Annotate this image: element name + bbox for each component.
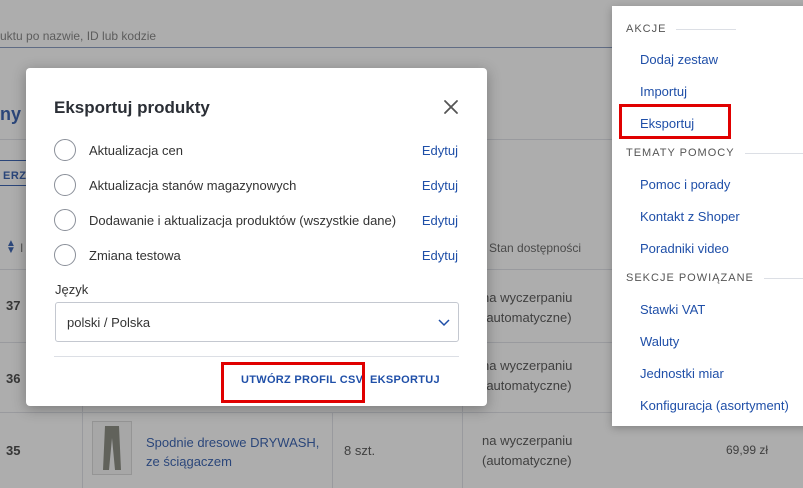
export-modal: Eksportuj produkty Aktualizacja cen Edyt… bbox=[26, 68, 487, 406]
language-label: Język bbox=[55, 282, 89, 297]
export-option-stock[interactable]: Aktualizacja stanów magazynowych Edytuj bbox=[54, 174, 460, 198]
option-label: Aktualizacja cen bbox=[89, 143, 183, 158]
edit-link[interactable]: Edytuj bbox=[422, 213, 458, 228]
radio-button[interactable] bbox=[54, 244, 76, 266]
export-option-test[interactable]: Zmiana testowa Edytuj bbox=[54, 244, 460, 268]
edit-link[interactable]: Edytuj bbox=[422, 178, 458, 193]
language-value: polski / Polska bbox=[67, 315, 151, 330]
option-label: Aktualizacja stanów magazynowych bbox=[89, 178, 297, 193]
export-button[interactable]: EKSPORTUJ bbox=[370, 374, 440, 386]
chevron-down-icon bbox=[438, 319, 450, 327]
highlight-box-export bbox=[619, 104, 731, 139]
action-import[interactable]: Importuj bbox=[640, 84, 687, 99]
help-contact[interactable]: Kontakt z Shoper bbox=[640, 209, 740, 224]
section-related-label: SEKCJE POWIĄZANE bbox=[626, 272, 803, 284]
option-label: Dodawanie i aktualizacja produktów (wszy… bbox=[89, 213, 397, 228]
actions-panel: AKCJE Dodaj zestaw Importuj Eksportuj TE… bbox=[612, 6, 803, 426]
section-help-label: TEMATY POMOCY bbox=[626, 147, 803, 159]
radio-button[interactable] bbox=[54, 139, 76, 161]
edit-link[interactable]: Edytuj bbox=[422, 143, 458, 158]
radio-button[interactable] bbox=[54, 174, 76, 196]
help-video[interactable]: Poradniki video bbox=[640, 241, 729, 256]
related-vat[interactable]: Stawki VAT bbox=[640, 302, 705, 317]
highlight-box-create-csv bbox=[221, 362, 365, 403]
option-label: Zmiana testowa bbox=[89, 248, 181, 263]
export-option-all-data[interactable]: Dodawanie i aktualizacja produktów (wszy… bbox=[54, 209, 460, 233]
related-units[interactable]: Jednostki miar bbox=[640, 366, 724, 381]
related-currencies[interactable]: Waluty bbox=[640, 334, 679, 349]
action-add-set[interactable]: Dodaj zestaw bbox=[640, 52, 718, 67]
language-select[interactable]: polski / Polska bbox=[55, 302, 459, 342]
modal-title: Eksportuj produkty bbox=[54, 98, 210, 117]
modal-divider bbox=[54, 356, 459, 357]
export-option-prices[interactable]: Aktualizacja cen Edytuj bbox=[54, 139, 460, 163]
section-actions-label: AKCJE bbox=[626, 23, 738, 35]
related-config[interactable]: Konfiguracja (asortyment) bbox=[640, 398, 789, 413]
help-tips[interactable]: Pomoc i porady bbox=[640, 177, 730, 192]
close-icon[interactable] bbox=[442, 98, 460, 116]
edit-link[interactable]: Edytuj bbox=[422, 248, 458, 263]
radio-button[interactable] bbox=[54, 209, 76, 231]
